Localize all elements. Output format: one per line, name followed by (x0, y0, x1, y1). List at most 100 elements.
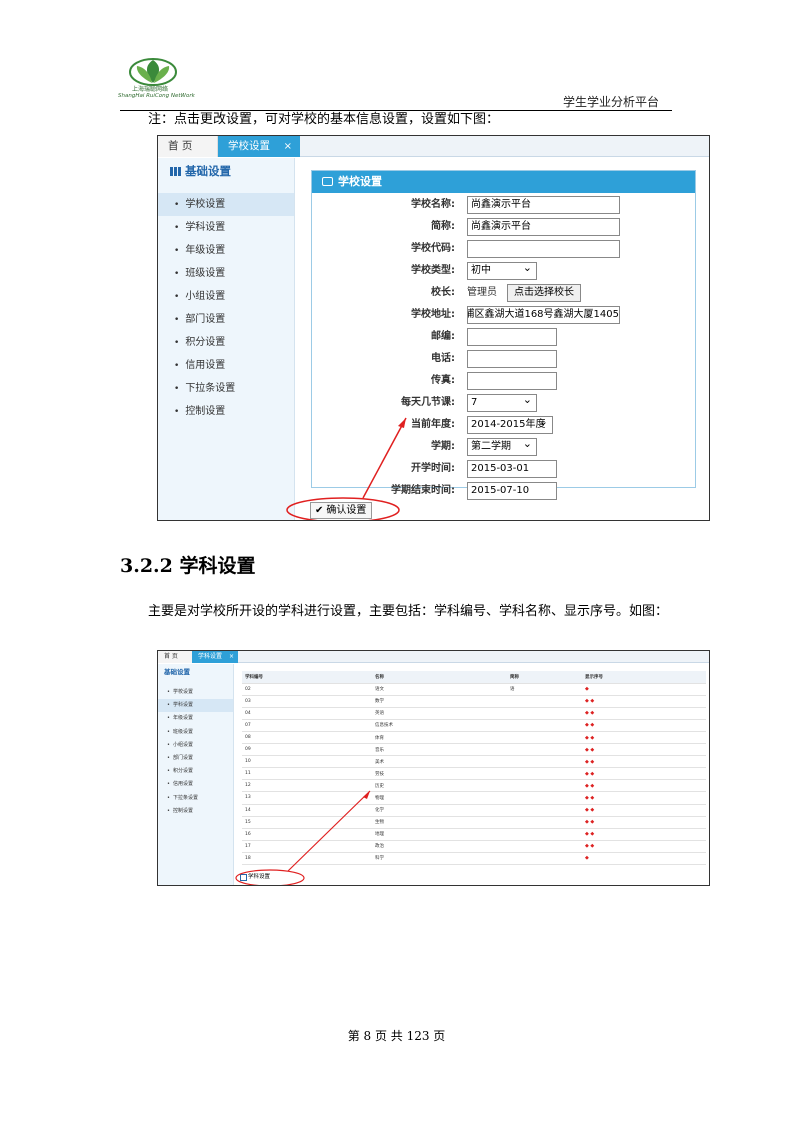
current-year-select[interactable]: 2014-2015年度 (467, 416, 553, 434)
cell-order[interactable]: ◆ ◆ (582, 828, 706, 841)
short-name-input[interactable]: 尚鑫演示平台 (467, 218, 620, 236)
school-settings-screenshot: 首 页 学校设置 × 基础设置 学校设置 学科设置 年级设置 班级设置 小组设置… (157, 135, 710, 521)
subject-settings-button[interactable]: 学科设置 (238, 872, 300, 884)
sidebar-title: 基础设置 (158, 158, 294, 185)
cell-short (507, 731, 582, 745)
cell-order[interactable]: ◆ ◆ (582, 731, 706, 745)
fax-input[interactable] (467, 372, 557, 390)
cell-code: 03 (242, 695, 372, 708)
sidebar-list: 学校设置 学科设置 年级设置 班级设置 小组设置 部门设置 积分设置 信用设置 … (158, 185, 294, 423)
cell-short (507, 816, 582, 829)
tab-school-settings[interactable]: 学校设置 × (218, 136, 300, 157)
address-input[interactable]: 青浦区鑫湖大道168号鑫湖大厦1405 (467, 306, 620, 324)
sidebar-item-school[interactable]: 学校设置 (158, 686, 233, 699)
sidebar-item-group[interactable]: 小组设置 (158, 739, 233, 752)
cell-order[interactable]: ◆ ◆ (582, 767, 706, 781)
cell-name: 政治 (372, 840, 507, 853)
cell-order[interactable]: ◆ ◆ (582, 804, 706, 817)
sidebar-item-dropdown[interactable]: 下拉条设置 (158, 377, 294, 400)
cell-short (507, 719, 582, 732)
field-label: 校长: (431, 287, 455, 298)
logo-chinese-text: 上海瑞聪网络 (132, 86, 169, 93)
sidebar-item-control[interactable]: 控制设置 (158, 805, 233, 818)
cell-order[interactable]: ◆ ◆ (582, 743, 706, 757)
tab-subject-settings[interactable]: 学科设置 × (192, 651, 238, 663)
field-postcode: 邮编: (312, 327, 695, 347)
table-row: 15 生物 ◆ ◆ (242, 816, 706, 829)
sidebar-item-department[interactable]: 部门设置 (158, 752, 233, 765)
field-label: 简称: (431, 221, 455, 232)
sidebar-item-department[interactable]: 部门设置 (158, 308, 294, 331)
select-principal-button[interactable]: 点击选择校长 (507, 284, 581, 302)
field-short-name: 简称: 尚鑫演示平台 (312, 217, 695, 237)
sidebar-item-subject[interactable]: 学科设置 (158, 699, 233, 713)
field-label: 开学时间: (411, 463, 455, 474)
page-footer: 第 8 页 共 123 页 (347, 1029, 446, 1043)
cell-order[interactable]: ◆ ◆ (582, 791, 706, 805)
subject-settings-screenshot: 首 页 学科设置 × 基础设置 学校设置 学科设置 年级设置 班级设置 小组设置… (157, 650, 710, 886)
table-row: 11 劳技 ◆ ◆ (242, 767, 706, 781)
postcode-input[interactable] (467, 328, 557, 346)
sidebar-item-class[interactable]: 班级设置 (158, 726, 233, 739)
field-lessons-per-day: 每天几节课: 7 (312, 393, 695, 413)
cell-order[interactable]: ◆ (582, 683, 706, 696)
table-row: 03 数学 ◆ ◆ (242, 695, 706, 708)
sidebar-item-dropdown[interactable]: 下拉条设置 (158, 792, 233, 805)
cell-name: 体育 (372, 731, 507, 745)
sidebar-item-subject[interactable]: 学科设置 (158, 216, 294, 239)
field-label: 学期结束时间: (391, 485, 455, 496)
cell-order[interactable]: ◆ ◆ (582, 755, 706, 769)
sidebar-item-points[interactable]: 积分设置 (158, 331, 294, 354)
cell-order[interactable]: ◆ (582, 852, 706, 866)
cell-code: 14 (242, 804, 372, 817)
field-principal: 校长: 管理员 点击选择校长 (312, 283, 695, 303)
sidebar-item-school[interactable]: 学校设置 (158, 193, 294, 216)
sidebar-title: 基础设置 (164, 668, 190, 676)
cell-order[interactable]: ◆ ◆ (582, 695, 706, 708)
sidebar-item-credit[interactable]: 信用设置 (158, 778, 233, 791)
cell-name: 化学 (372, 804, 507, 817)
cell-order[interactable]: ◆ ◆ (582, 719, 706, 732)
cell-order[interactable]: ◆ ◆ (582, 707, 706, 720)
sidebar-item-group[interactable]: 小组设置 (158, 285, 294, 308)
field-label: 学期: (431, 441, 455, 452)
field-label: 学校名称: (411, 199, 455, 210)
end-date-input[interactable]: 2015-07-10 (467, 482, 557, 500)
cell-name: 生物 (372, 816, 507, 829)
lessons-per-day-select[interactable]: 7 (467, 394, 537, 412)
tab-label: 学校设置 (228, 140, 270, 152)
sidebar-item-class[interactable]: 班级设置 (158, 262, 294, 285)
field-fax: 传真: (312, 371, 695, 391)
cell-order[interactable]: ◆ ◆ (582, 779, 706, 793)
cell-short (507, 804, 582, 817)
tab-home[interactable]: 首 页 (158, 651, 192, 663)
cell-name: 地理 (372, 828, 507, 841)
table-row: 12 历史 ◆ ◆ (242, 779, 706, 793)
cell-order[interactable]: ◆ ◆ (582, 816, 706, 829)
confirm-settings-button[interactable]: ✔ 确认设置 (310, 502, 372, 519)
tab-home[interactable]: 首 页 (158, 136, 218, 157)
table-header-row: 学科编号 名称 简称 显示序号 (242, 671, 706, 684)
cell-code: 12 (242, 779, 372, 793)
school-code-input[interactable] (467, 240, 620, 258)
phone-input[interactable] (467, 350, 557, 368)
semester-select[interactable]: 第二学期 (467, 438, 537, 456)
close-icon[interactable]: × (229, 651, 234, 663)
sidebar-item-points[interactable]: 积分设置 (158, 765, 233, 778)
field-label: 邮编: (431, 331, 455, 342)
field-end-date: 学期结束时间: 2015-07-10 (312, 481, 695, 501)
sidebar-item-credit[interactable]: 信用设置 (158, 354, 294, 377)
school-name-input[interactable]: 尚鑫演示平台 (467, 196, 620, 214)
sidebar-item-control[interactable]: 控制设置 (158, 400, 294, 423)
school-type-select[interactable]: 初中 (467, 262, 537, 280)
field-phone: 电话: (312, 349, 695, 369)
close-icon[interactable]: × (284, 136, 292, 157)
cell-name: 数学 (372, 695, 507, 708)
cell-name: 英语 (372, 707, 507, 720)
sidebar-item-grade[interactable]: 年级设置 (158, 239, 294, 262)
cell-order[interactable]: ◆ ◆ (582, 840, 706, 853)
intro-note: 注：点击更改设置，可对学校的基本信息设置，设置如下图： (148, 112, 500, 127)
sidebar-item-grade[interactable]: 年级设置 (158, 712, 233, 725)
field-school-type: 学校类型: 初中 (312, 261, 695, 281)
start-date-input[interactable]: 2015-03-01 (467, 460, 557, 478)
